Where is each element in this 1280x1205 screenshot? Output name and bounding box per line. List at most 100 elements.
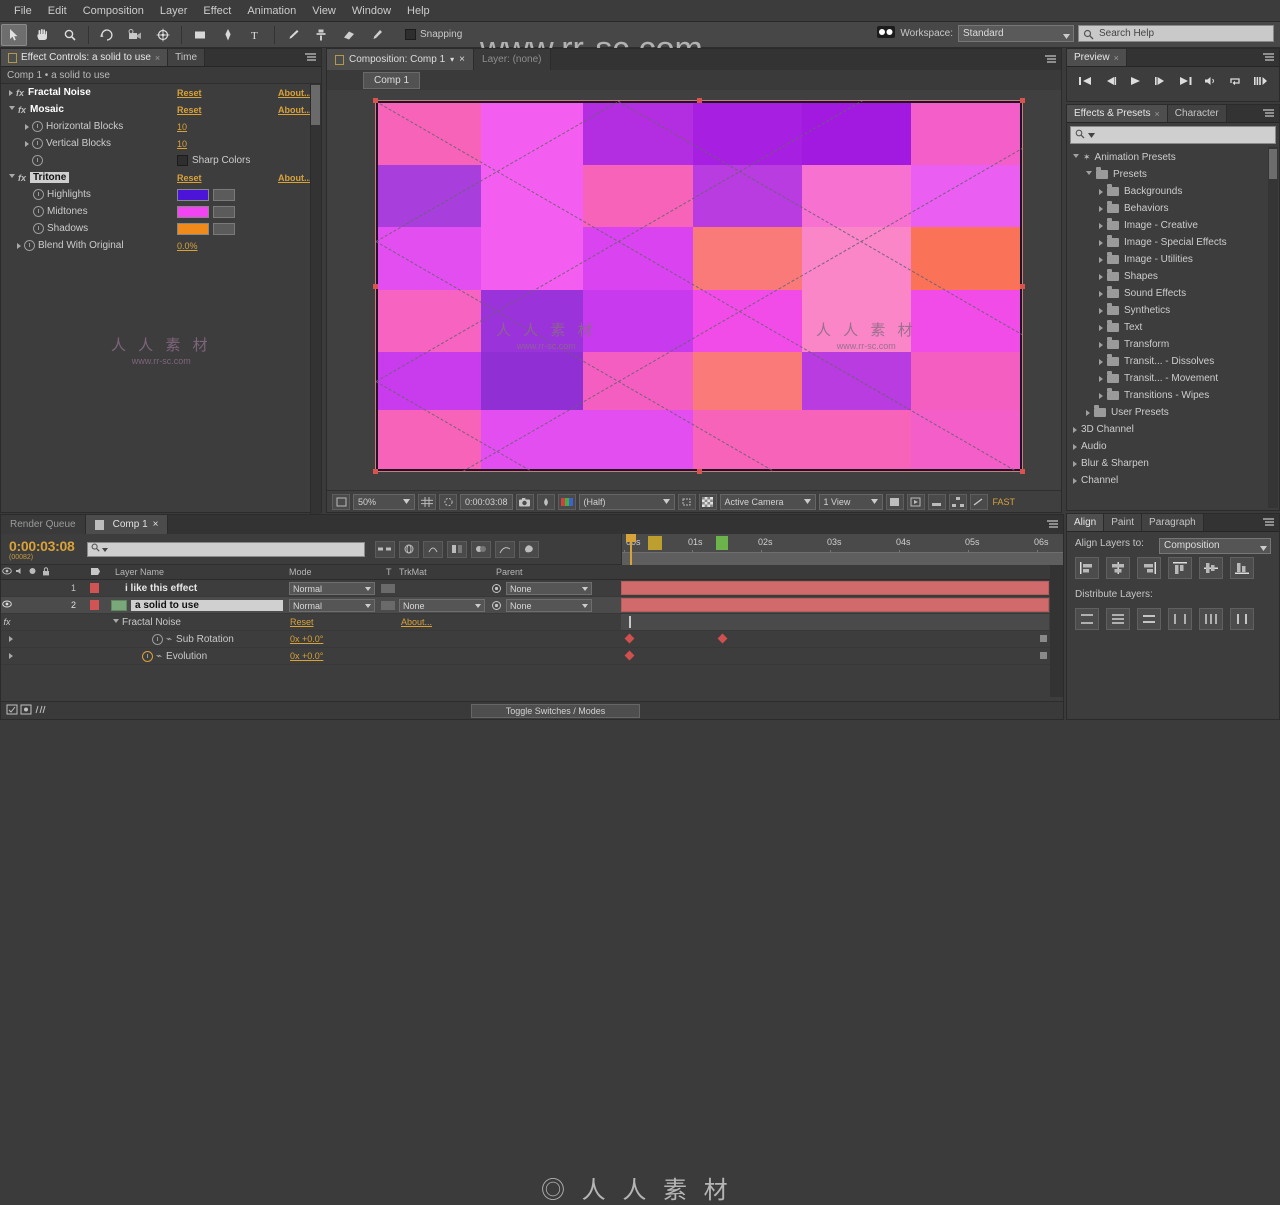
mask-path-icon[interactable] [439, 493, 457, 510]
layer-label-color-1[interactable] [90, 583, 99, 593]
effects-panel-menu[interactable] [1261, 108, 1275, 121]
hand-tool-icon[interactable] [29, 24, 55, 46]
align-top-icon[interactable] [1168, 557, 1192, 579]
tree-item-animation-presets[interactable]: ✶ Animation Presets [1067, 149, 1279, 166]
disclosure-triangle-icon[interactable] [25, 140, 29, 147]
close-icon[interactable]: × [155, 53, 160, 63]
layer-label-color-2[interactable] [90, 600, 99, 610]
chevron-right-icon[interactable] [1099, 188, 1103, 195]
stopwatch-icon[interactable] [152, 633, 163, 645]
distribute-center-horizontal-icon[interactable] [1199, 608, 1223, 630]
text-tool-icon[interactable]: T [243, 24, 269, 46]
stopwatch-icon[interactable] [24, 240, 35, 251]
pan-behind-tool-icon[interactable] [150, 24, 176, 46]
property-row-evolution[interactable]: ⌁ Evolution 0x +0.0° [1, 648, 1063, 665]
stopwatch-icon[interactable] [33, 206, 44, 217]
timeline-search-input[interactable] [86, 541, 365, 557]
chevron-right-icon[interactable] [1099, 375, 1103, 382]
align-left-icon[interactable] [1075, 557, 1099, 579]
workspace-select[interactable]: Standard [958, 25, 1074, 42]
distribute-top-icon[interactable] [1075, 608, 1099, 630]
chevron-right-icon[interactable] [1099, 392, 1103, 399]
disclosure-triangle-icon[interactable] [9, 636, 13, 642]
param-row-blend-with-original[interactable]: Blend With Original 0.0% [1, 237, 321, 254]
color-swatch-midtones[interactable] [177, 206, 209, 218]
fast-preview-label[interactable]: FAST [993, 497, 1016, 507]
clone-stamp-tool-icon[interactable] [308, 24, 334, 46]
video-toggle-2[interactable] [1, 600, 13, 611]
effect-name-tritone[interactable]: Tritone [30, 172, 70, 183]
disclosure-triangle-icon[interactable] [9, 653, 13, 659]
zoom-tool-icon[interactable] [57, 24, 83, 46]
transparency-grid-icon[interactable] [698, 493, 717, 510]
ruler-marker-a[interactable] [648, 536, 662, 550]
grid-guides-icon[interactable] [418, 493, 436, 510]
brush-tool-icon[interactable] [280, 24, 306, 46]
chevron-down-icon[interactable] [101, 544, 108, 555]
breadcrumb-comp1[interactable]: Comp 1 [363, 71, 421, 89]
property-value-evolution[interactable]: 0x +0.0° [290, 651, 323, 661]
tree-item-channel[interactable]: Channel [1067, 472, 1279, 489]
stopwatch-icon[interactable] [33, 189, 44, 200]
chevron-right-icon[interactable] [1099, 239, 1103, 246]
color-swatch-shadows[interactable] [177, 223, 209, 235]
fx-toggle-icon[interactable]: fx [1, 617, 13, 628]
fast-previews-icon[interactable] [906, 493, 925, 510]
tree-item-image-utilities[interactable]: Image - Utilities [1067, 251, 1279, 268]
table-row[interactable]: 2 a solid to use Normal None None [1, 597, 1063, 614]
chevron-right-icon[interactable] [1099, 273, 1103, 280]
cti-head[interactable] [626, 534, 636, 542]
tab-paragraph[interactable]: Paragraph [1142, 514, 1204, 531]
param-row-midtones[interactable]: Midtones [1, 203, 321, 220]
chevron-down-icon[interactable]: ▾ [450, 55, 454, 64]
tree-item-sound-effects[interactable]: Sound Effects [1067, 285, 1279, 302]
timeline-ruler[interactable]: 00s 01s 02s 03s 04s 05s 06s [621, 534, 1063, 565]
chevron-right-icon[interactable] [1099, 324, 1103, 331]
sharp-colors-control[interactable]: Sharp Colors [177, 155, 250, 166]
current-time-display[interactable]: 0:00:03:08 [460, 493, 513, 510]
property-row-sub-rotation[interactable]: ⌁ Sub Rotation 0x +0.0° [1, 631, 1063, 648]
tab-comp1-timeline[interactable]: Comp 1 × [85, 515, 169, 534]
chevron-down-icon[interactable] [1088, 130, 1095, 141]
layer-name-2[interactable]: a solid to use [131, 599, 283, 611]
tree-item-transit-movement[interactable]: Transit... - Movement [1067, 370, 1279, 387]
layer-parent-select-1[interactable]: None [506, 582, 592, 595]
param-row-highlights[interactable]: Highlights [1, 186, 321, 203]
column-header-mode[interactable]: Mode [289, 567, 312, 577]
eyedropper-icon[interactable] [213, 189, 235, 201]
preview-panel-menu[interactable] [1261, 52, 1275, 65]
about-link-mosaic[interactable]: About... [278, 105, 312, 115]
graph-icon[interactable]: ⌁ [156, 651, 162, 662]
effect-controls-panel-menu[interactable] [303, 52, 317, 65]
parent-pickwhip-2[interactable] [491, 600, 502, 614]
param-value-blend-with-original[interactable]: 0.0% [177, 241, 198, 251]
effects-tree-scrollbar[interactable] [1268, 147, 1278, 508]
tab-effect-controls[interactable]: Effect Controls: a solid to use × [1, 49, 169, 66]
motion-blur-icon[interactable] [470, 540, 491, 558]
disclosure-triangle-icon[interactable] [113, 618, 119, 626]
distribute-bottom-icon[interactable] [1137, 608, 1161, 630]
close-icon[interactable]: × [153, 519, 159, 530]
brainstorm-icon[interactable] [518, 540, 539, 558]
camera-view-select[interactable]: Active Camera [719, 493, 816, 510]
rotation-tool-icon[interactable] [94, 24, 120, 46]
disclosure-triangle-icon[interactable] [9, 174, 15, 181]
composition-mini-flowchart-icon[interactable] [374, 540, 395, 558]
layer-bar-2[interactable] [621, 598, 1049, 612]
distribute-left-icon[interactable] [1168, 608, 1192, 630]
layer-mode-select-1[interactable]: Normal [289, 582, 375, 595]
menu-item-layer[interactable]: Layer [152, 3, 196, 19]
chevron-right-icon[interactable] [1073, 460, 1077, 467]
pixel-aspect-icon[interactable] [885, 493, 904, 510]
distribute-center-vertical-icon[interactable] [1106, 608, 1130, 630]
play-icon[interactable] [1128, 75, 1143, 90]
region-of-interest-icon[interactable] [677, 493, 696, 510]
tab-paint[interactable]: Paint [1104, 514, 1143, 531]
eraser-tool-icon[interactable] [336, 24, 362, 46]
stopwatch-icon[interactable] [32, 138, 43, 149]
chevron-right-icon[interactable] [1099, 307, 1103, 314]
draft-3d-icon[interactable] [398, 540, 419, 558]
current-time-indicator[interactable] [626, 534, 636, 565]
eyedropper-icon[interactable] [213, 206, 235, 218]
property-about-fractal-noise[interactable]: About... [401, 617, 432, 627]
